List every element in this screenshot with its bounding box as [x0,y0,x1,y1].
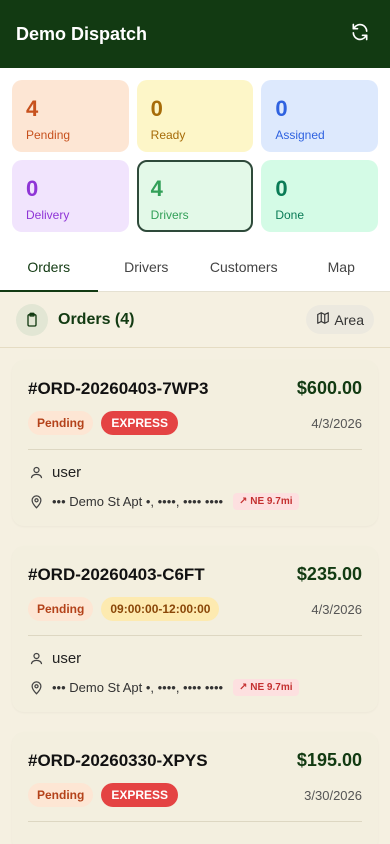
stat-label: Delivery [26,208,70,222]
orders-list: #ORD-20260403-7WP3 $600.00 Pending EXPRE… [0,348,390,844]
divider [28,635,362,636]
refresh-button[interactable] [346,20,374,48]
status-badge: Pending [28,597,94,621]
tab-orders[interactable]: Orders [0,242,98,292]
tab-bar: Orders Drivers Customers Map [0,242,390,292]
map-icon [316,311,330,328]
stat-label: Done [275,208,305,222]
order-id: #ORD-20260330-XPYS [28,750,208,770]
order-card[interactable]: #ORD-20260403-C6FT $235.00 Pending 09:00… [12,546,378,712]
status-badge: Pending [28,783,94,807]
stat-ready[interactable]: 0 Ready [136,80,254,152]
order-id: #ORD-20260403-7WP3 [28,378,209,398]
tab-map[interactable]: Map [293,242,390,291]
order-date: 4/3/2026 [311,415,362,431]
order-price: $235.00 [296,564,362,584]
distance-badge: ↗ NE 9.7mi [233,679,299,696]
customer-name: user [52,464,82,481]
divider [28,821,362,822]
distance-badge: ↗ NE 9.7mi [233,493,299,510]
stat-assigned[interactable]: 0 Assigned [261,80,378,152]
order-card[interactable]: #ORD-20260403-7WP3 $600.00 Pending EXPRE… [12,360,378,526]
clipboard-icon [16,303,48,336]
stat-value: 0 [275,176,288,201]
order-card[interactable]: #ORD-20260330-XPYS $195.00 Pending EXPRE… [12,732,378,844]
order-price: $600.00 [296,378,362,398]
stat-value: 0 [150,96,163,121]
orders-list-header: Orders (4) Area [0,292,390,348]
time-window-badge: 09:00:00-12:00:00 [101,597,220,621]
tab-customers[interactable]: Customers [195,242,293,291]
express-badge: EXPRESS [101,411,179,435]
user-icon [28,465,44,481]
delivery-address: ••• Demo St Apt •, ••••, •••• •••• [52,494,224,509]
stat-done[interactable]: 0 Done [261,160,378,232]
refresh-icon [350,22,370,47]
orders-title: Orders (4) [58,310,135,328]
order-date: 4/3/2026 [311,601,362,617]
stats-grid: 4 Pending 0 Ready 0 Assigned 0 Delivery … [0,68,390,242]
stat-label: Drivers [150,208,189,222]
order-price: $195.00 [296,750,362,770]
location-pin-icon [28,494,44,510]
order-date: 3/30/2026 [304,787,362,803]
stat-value: 4 [26,96,39,121]
stat-drivers[interactable]: 4 Drivers [136,160,254,232]
app-header: Demo Dispatch [0,0,390,68]
divider [28,449,362,450]
order-id: #ORD-20260403-C6FT [28,564,205,584]
app-title: Demo Dispatch [16,23,148,44]
express-badge: EXPRESS [101,783,179,807]
area-button[interactable]: Area [306,305,374,334]
customer-name: user [52,650,82,667]
stat-value: 0 [26,176,39,201]
stat-value: 0 [275,96,288,121]
stat-pending[interactable]: 4 Pending [12,80,129,152]
delivery-address: ••• Demo St Apt •, ••••, •••• •••• [52,680,224,695]
location-pin-icon [28,680,44,696]
stat-delivery[interactable]: 0 Delivery [12,160,129,232]
status-badge: Pending [28,411,94,435]
stat-label: Ready [150,128,186,142]
stat-label: Pending [26,128,71,142]
stat-label: Assigned [275,128,325,142]
user-icon [28,651,44,667]
area-label: Area [334,311,364,328]
stat-value: 4 [150,176,163,201]
tab-drivers[interactable]: Drivers [98,242,196,291]
